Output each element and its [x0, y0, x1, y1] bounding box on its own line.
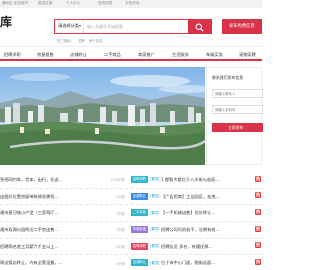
- search-bar: 请选择分类: [54, 19, 212, 34]
- listing-title[interactable]: 通州星河城小户型（三室两厅…: [0, 210, 59, 216]
- hot-icon: 热: [255, 192, 261, 199]
- listing-title[interactable]: 急招网约车，货车，出行，往返…: [0, 177, 63, 183]
- listing-title[interactable]: 招聘店员 多名，待遇优厚…: [161, 244, 213, 250]
- pinned-badge: [置顶]: [150, 177, 160, 182]
- hot-icon: 热: [255, 242, 261, 249]
- listing-title[interactable]: 招聘两名普工月薪六千五以上…: [0, 244, 59, 250]
- category-tag[interactable]: 二手商品: [131, 209, 148, 217]
- login-link[interactable]: 登录注册: [38, 1, 52, 6]
- listing-title[interactable]: 招聘公司司机若干，长期有效…: [161, 227, 220, 233]
- top-listings: 招聘求职 [置顶] 1 都智大楼位于八丰街与苗苑… 热 店铺转让 [置顶] 【广…: [131, 172, 262, 270]
- user-center-link[interactable]: 个人中心: [66, 1, 80, 6]
- hot-searches-label: 热门搜索：: [57, 39, 74, 43]
- nav-item-vehicles[interactable]: 车辆买卖: [206, 52, 223, 58]
- category-select-label: 请选择分类: [58, 23, 79, 28]
- pinned-badge: [置顶]: [150, 243, 160, 248]
- chevron-down-icon: [79, 25, 81, 27]
- nav-item-business[interactable]: 商家推广: [138, 52, 155, 58]
- nav-item-housing[interactable]: 房屋租售: [37, 52, 54, 58]
- phone-field[interactable]: [212, 105, 263, 114]
- pinned-badge: [置顶]: [150, 227, 160, 232]
- listing-title[interactable]: 【广告招商】工业园区，宏地…: [161, 194, 220, 200]
- category-tag[interactable]: 店铺转让: [131, 259, 148, 267]
- list-item[interactable]: 店铺转让 [置顶] 【广告招商】工业园区，宏地… 热: [131, 189, 262, 206]
- nav-item-shop-transfer[interactable]: 店铺转让: [70, 52, 87, 58]
- list-item[interactable]: 通州星河城小户型（三室两厅… 3天前: [0, 205, 128, 223]
- listing-title[interactable]: 通州双湖公园附近二手房出售…: [0, 227, 59, 233]
- category-select[interactable]: 请选择分类: [55, 20, 84, 33]
- switch-city-link[interactable]: 定位城市: [14, 1, 28, 6]
- nav-item-second-hand[interactable]: 二手商品: [104, 52, 121, 58]
- list-item[interactable]: 车辆买卖 [置顶] 招聘公司司机若干，长期有效… 热: [131, 222, 262, 239]
- submit-button[interactable]: 立即发布: [212, 123, 263, 132]
- post-free-button[interactable]: 发布免费信息: [222, 19, 262, 34]
- site-logo[interactable]: 库: [0, 16, 12, 28]
- location-link[interactable]: 通州区: [2, 1, 13, 6]
- hot-icon: 热: [255, 208, 261, 215]
- nav-item-services[interactable]: 生活服务: [172, 52, 189, 58]
- listing-time: 5天前: [116, 261, 125, 266]
- list-item[interactable]: 招聘求职 [置顶] 招聘店员 多名，待遇优厚… 热: [131, 239, 262, 256]
- search-input[interactable]: [87, 20, 187, 33]
- hot-word-link[interactable]: 招聘: [78, 39, 85, 43]
- listing-time: 22小时前: [110, 178, 126, 183]
- hot-icon: 热: [255, 258, 261, 265]
- listing-time: 4天前: [116, 245, 125, 250]
- list-item[interactable]: 二手商品 [置顶] 【一手机械出售】优价转让… 热: [131, 205, 262, 223]
- nav-item-pets[interactable]: 宠物家教: [239, 52, 256, 58]
- listing-title[interactable]: 出租好位置房屋带装修急需找…: [0, 194, 59, 200]
- hot-icon: 热: [255, 225, 261, 232]
- post-link[interactable]: 发布信息: [98, 1, 112, 6]
- list-item[interactable]: 周边饭店转让，内有全套设备，… 5天前: [0, 255, 128, 270]
- list-item[interactable]: 急招网约车，货车，出行，往返… 22小时前: [0, 172, 128, 189]
- city-banner-image[interactable]: [0, 67, 205, 165]
- quick-post-form: 联系我们发布信息 立即发布: [206, 67, 263, 165]
- top-bar: 通州区 定位城市 登录注册 个人中心 发布信息 手机访问: [0, 0, 262, 8]
- list-item[interactable]: 招聘两名普工月薪六千五以上… 4天前: [0, 239, 128, 256]
- hot-searches: 热门搜索： 招聘 房产信息: [57, 38, 105, 43]
- list-item[interactable]: 出租好位置房屋带装修急需找… 2天前: [0, 189, 128, 206]
- pinned-badge: [置顶]: [150, 210, 160, 215]
- list-item[interactable]: 招聘求职 [置顶] 1 都智大楼位于八丰街与苗苑… 热: [131, 172, 262, 189]
- listing-title[interactable]: 【一手机械出售】优价转让…: [161, 210, 215, 216]
- listing-time: 3天前: [116, 211, 125, 216]
- list-item[interactable]: 店铺转让 [置顶] 位于市中心门面，临街店面… 热: [131, 255, 262, 270]
- city-skyline-image: [0, 67, 205, 165]
- listing-title[interactable]: 1 都智大楼位于八丰街与苗苑…: [161, 177, 219, 183]
- search-button[interactable]: [188, 20, 211, 33]
- pinned-badge: [置顶]: [150, 193, 160, 198]
- category-tag[interactable]: 招聘求职: [131, 242, 148, 250]
- pinned-badge: [置顶]: [150, 260, 160, 265]
- hot-word-link[interactable]: 房产信息: [89, 39, 103, 43]
- listing-time: 3天前: [116, 228, 125, 233]
- list-item[interactable]: 通州双湖公园附近二手房出售… 3天前: [0, 222, 128, 239]
- nav-item-jobs[interactable]: 招聘求职: [4, 52, 21, 58]
- listing-title[interactable]: 周边饭店转让，内有全套设备，…: [0, 260, 63, 266]
- latest-listings: 急招网约车，货车，出行，往返… 22小时前 出租好位置房屋带装修急需找… 2天前…: [0, 172, 128, 270]
- hot-icon: 热: [255, 175, 261, 182]
- mobile-link[interactable]: 手机访问: [125, 1, 139, 6]
- listing-time: 2天前: [116, 195, 125, 200]
- category-tag[interactable]: 店铺转让: [131, 192, 148, 200]
- form-title: 联系我们发布信息: [212, 75, 244, 80]
- listing-title[interactable]: 位于市中心门面，临街店面…: [161, 260, 215, 266]
- category-tag[interactable]: 招聘求职: [131, 176, 148, 183]
- contact-name-field[interactable]: [212, 89, 263, 98]
- main-nav: 招聘求职 房屋租售 店铺转让 二手商品 商家推广 生活服务 车辆买卖 宠物家教: [0, 46, 262, 61]
- search-icon: [195, 23, 204, 32]
- category-tag[interactable]: 车辆买卖: [131, 226, 148, 234]
